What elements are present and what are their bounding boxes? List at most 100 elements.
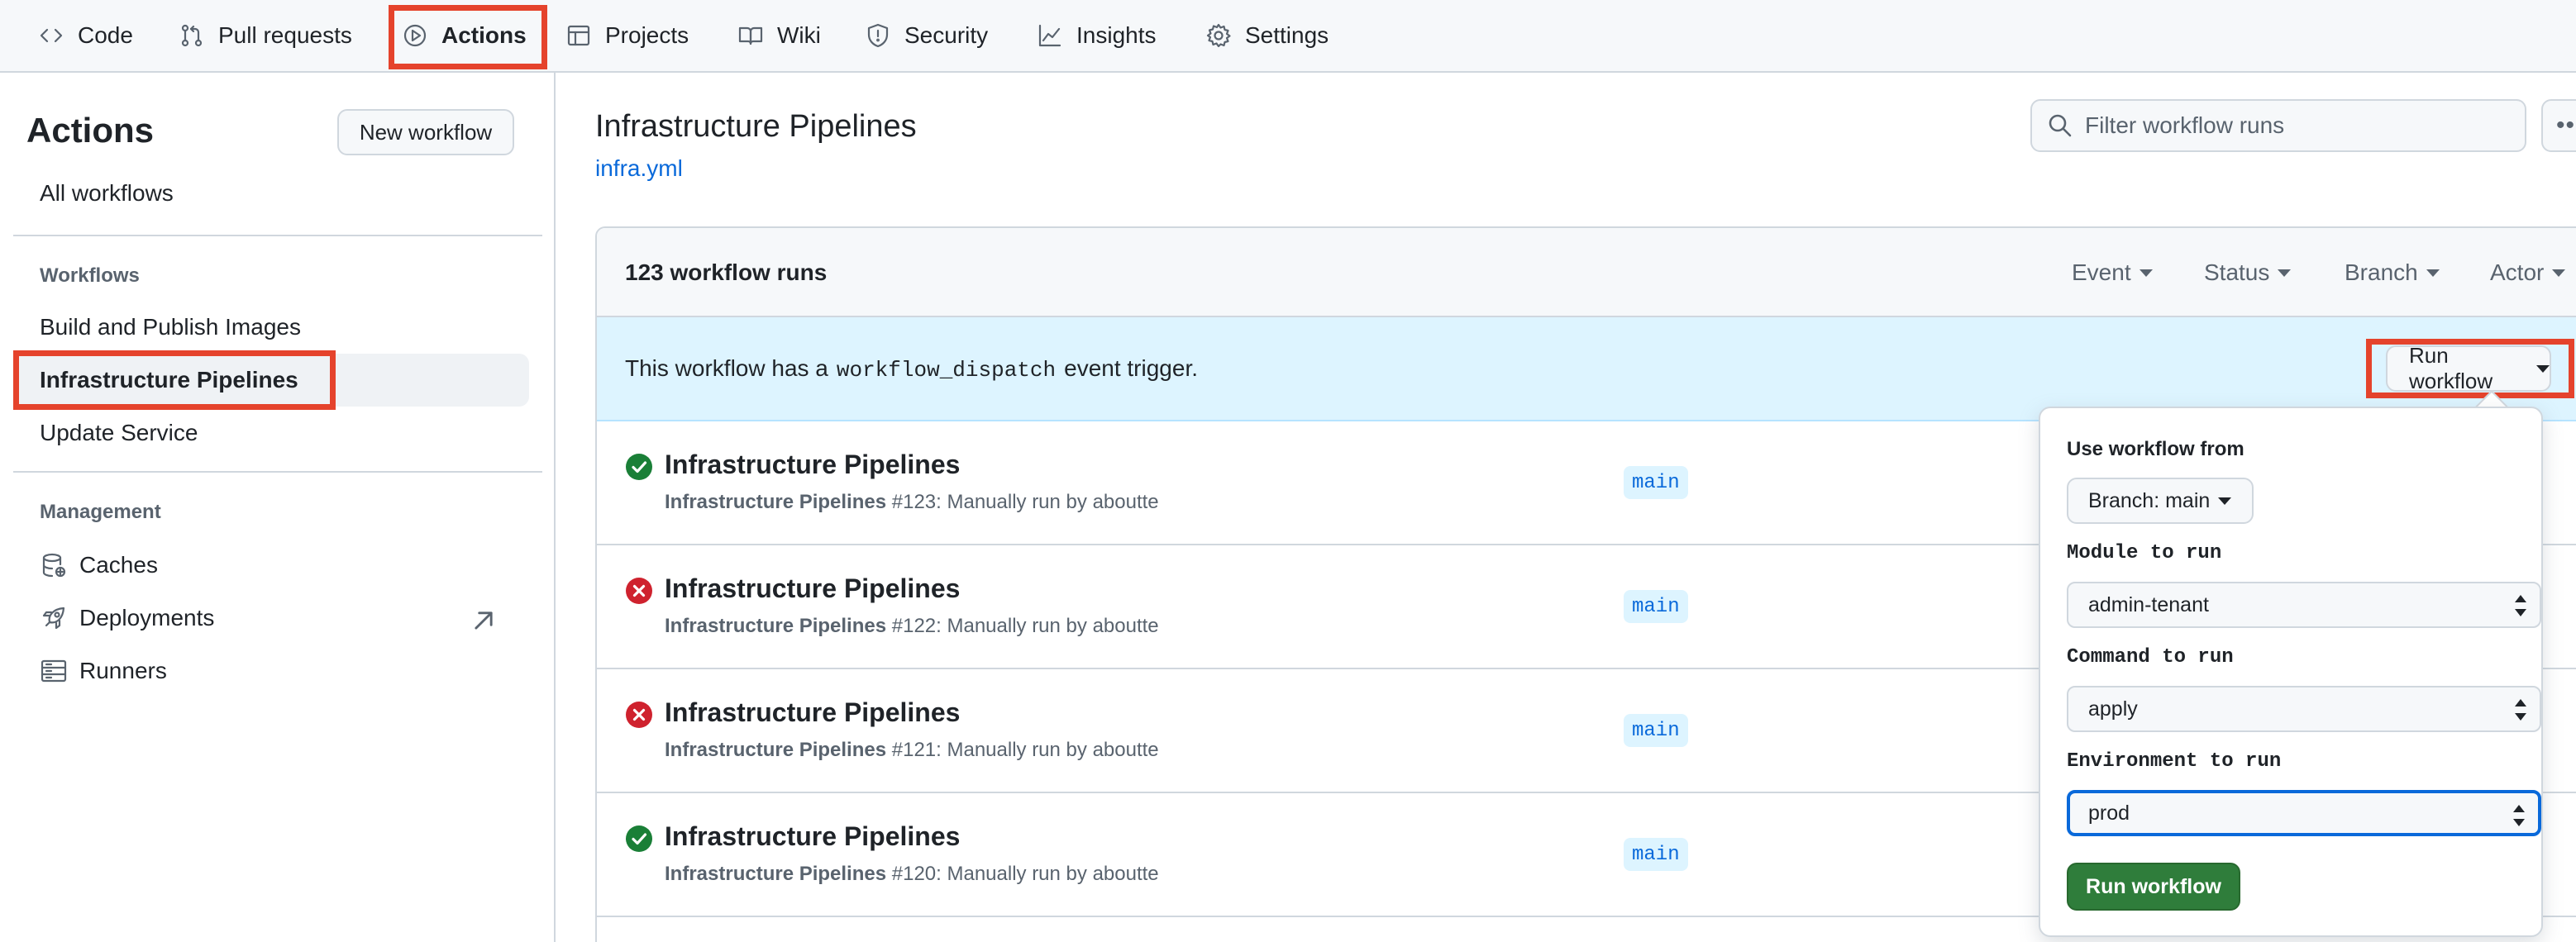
run-workflow-dropdown-button[interactable]: Run workflow bbox=[2386, 343, 2551, 393]
status-filter-dropdown[interactable]: Status bbox=[2204, 259, 2292, 286]
sidebar-divider bbox=[13, 471, 542, 473]
code-icon bbox=[40, 28, 63, 43]
pull-request-icon bbox=[181, 24, 203, 47]
tab-pull-requests-label: Pull requests bbox=[218, 22, 352, 48]
more-options-label: •• bbox=[2556, 112, 2576, 139]
module-select[interactable]: admin-tenant bbox=[2067, 582, 2541, 628]
branch-filter-label: Branch bbox=[2345, 259, 2418, 285]
branch-select-button[interactable]: Branch: main bbox=[2067, 478, 2254, 524]
tab-projects-label: Projects bbox=[605, 22, 689, 48]
command-label: Command to run bbox=[2067, 646, 2234, 668]
chevron-down-icon bbox=[2426, 269, 2440, 277]
sidebar-item-update-service[interactable]: Update Service bbox=[13, 407, 529, 459]
success-check-icon bbox=[626, 454, 652, 480]
sidebar-item-label: Caches bbox=[79, 552, 158, 578]
sidebar-item-infrastructure-pipelines[interactable]: Infrastructure Pipelines bbox=[13, 354, 529, 407]
external-link-icon bbox=[475, 611, 493, 630]
select-arrows-icon bbox=[2515, 595, 2526, 616]
tab-insights[interactable]: Insights bbox=[1037, 0, 1157, 71]
run-subtitle: Infrastructure Pipelines #123: Manually … bbox=[665, 491, 1159, 514]
tab-insights-label: Insights bbox=[1076, 22, 1157, 48]
environment-select[interactable]: prod bbox=[2067, 790, 2541, 836]
run-workflow-submit-button[interactable]: Run workflow bbox=[2067, 863, 2240, 911]
tab-settings[interactable]: Settings bbox=[1205, 0, 1329, 71]
sidebar-item-caches[interactable]: Caches bbox=[13, 539, 529, 592]
branch-tag[interactable]: main bbox=[1624, 838, 1688, 871]
run-subtitle: Infrastructure Pipelines #121: Manually … bbox=[665, 739, 1159, 762]
table-icon bbox=[567, 25, 590, 46]
command-select-value: apply bbox=[2088, 697, 2138, 721]
tab-settings-label: Settings bbox=[1245, 22, 1329, 48]
tab-pull-requests[interactable]: Pull requests bbox=[179, 0, 352, 71]
sidebar-item-label: Build and Publish Images bbox=[40, 314, 301, 340]
run-title[interactable]: Infrastructure Pipelines bbox=[665, 573, 960, 604]
use-workflow-from-label: Use workflow from bbox=[2067, 438, 2244, 460]
sidebar-item-all-workflows[interactable]: All workflows bbox=[13, 167, 529, 220]
dispatch-message: This workflow has a workflow_dispatch even… bbox=[625, 355, 1198, 383]
tab-wiki-label: Wiki bbox=[777, 22, 821, 48]
sidebar-item-build-and-publish-images[interactable]: Build and Publish Images bbox=[13, 301, 529, 354]
run-detail: #122: Manually run by aboutte bbox=[891, 615, 1159, 637]
runs-count: 123 workflow runs bbox=[625, 259, 828, 285]
run-workflow-name: Infrastructure Pipelines bbox=[665, 739, 887, 761]
tab-wiki[interactable]: Wiki bbox=[737, 0, 821, 71]
sidebar-item-label: Deployments bbox=[79, 605, 215, 630]
success-check-icon bbox=[626, 825, 652, 852]
tab-code[interactable]: Code bbox=[38, 0, 133, 71]
graph-icon bbox=[1038, 24, 1061, 47]
tab-projects[interactable]: Projects bbox=[565, 0, 689, 71]
failure-x-icon bbox=[626, 702, 652, 728]
run-detail: #123: Manually run by aboutte bbox=[891, 491, 1159, 513]
dispatch-code: workflow_dispatch bbox=[836, 358, 1057, 383]
sidebar-title: Actions bbox=[26, 111, 155, 150]
chevron-down-icon bbox=[2139, 269, 2153, 277]
branch-tag[interactable]: main bbox=[1624, 466, 1688, 499]
sidebar-divider bbox=[13, 235, 542, 236]
environment-select-value: prod bbox=[2088, 801, 2130, 825]
workflow-file-link[interactable]: infra.yml bbox=[595, 155, 683, 182]
rocket-icon bbox=[42, 607, 65, 630]
filter-runs-input[interactable] bbox=[2085, 112, 2515, 139]
database-icon bbox=[42, 553, 66, 578]
tab-security[interactable]: Security bbox=[865, 0, 988, 71]
filter-runs-field[interactable] bbox=[2030, 99, 2526, 152]
run-title[interactable]: Infrastructure Pipelines bbox=[665, 450, 960, 480]
run-title[interactable]: Infrastructure Pipelines bbox=[665, 697, 960, 728]
sidebar-item-label: Infrastructure Pipelines bbox=[40, 367, 298, 392]
page-title: Infrastructure Pipelines bbox=[595, 109, 917, 144]
dispatch-prefix: This workflow has a bbox=[625, 355, 828, 381]
actions-sidebar: Actions New workflow All workflows Workf… bbox=[0, 73, 556, 942]
tab-security-label: Security bbox=[904, 22, 989, 48]
branch-tag[interactable]: main bbox=[1624, 590, 1688, 623]
command-select[interactable]: apply bbox=[2067, 686, 2541, 732]
tab-actions-label: Actions bbox=[441, 22, 527, 48]
new-workflow-button[interactable]: New workflow bbox=[337, 109, 514, 155]
environment-label: Environment to run bbox=[2067, 750, 2282, 773]
tab-code-label: Code bbox=[78, 22, 133, 48]
branch-tag[interactable]: main bbox=[1624, 714, 1688, 747]
branch-select-label: Branch: main bbox=[2088, 488, 2211, 512]
sidebar-item-label: Runners bbox=[79, 658, 167, 683]
actor-filter-label: Actor bbox=[2490, 259, 2545, 285]
status-filter-label: Status bbox=[2204, 259, 2270, 285]
run-detail: #121: Manually run by aboutte bbox=[891, 739, 1159, 761]
workflows-heading: Workflows bbox=[40, 264, 140, 287]
sidebar-item-deployments[interactable]: Deployments bbox=[13, 592, 529, 645]
book-icon bbox=[738, 26, 763, 45]
actor-filter-dropdown[interactable]: Actor bbox=[2490, 259, 2566, 286]
failure-x-icon bbox=[626, 578, 652, 604]
play-icon bbox=[403, 24, 427, 47]
branch-filter-dropdown[interactable]: Branch bbox=[2345, 259, 2440, 286]
event-filter-dropdown[interactable]: Event bbox=[2072, 259, 2153, 286]
management-heading: Management bbox=[40, 501, 161, 523]
shield-icon bbox=[867, 23, 889, 48]
repo-nav: Code Pull requests Actions Projects Wiki… bbox=[0, 0, 2576, 73]
run-workflow-name: Infrastructure Pipelines bbox=[665, 863, 887, 885]
run-title[interactable]: Infrastructure Pipelines bbox=[665, 821, 960, 852]
search-icon bbox=[2049, 114, 2072, 137]
run-subtitle: Infrastructure Pipelines #122: Manually … bbox=[665, 615, 1159, 638]
more-options-button[interactable]: •• bbox=[2541, 99, 2576, 152]
gear-icon bbox=[1206, 23, 1231, 48]
tab-actions[interactable]: Actions bbox=[402, 0, 527, 71]
sidebar-item-runners[interactable]: Runners bbox=[13, 645, 529, 697]
